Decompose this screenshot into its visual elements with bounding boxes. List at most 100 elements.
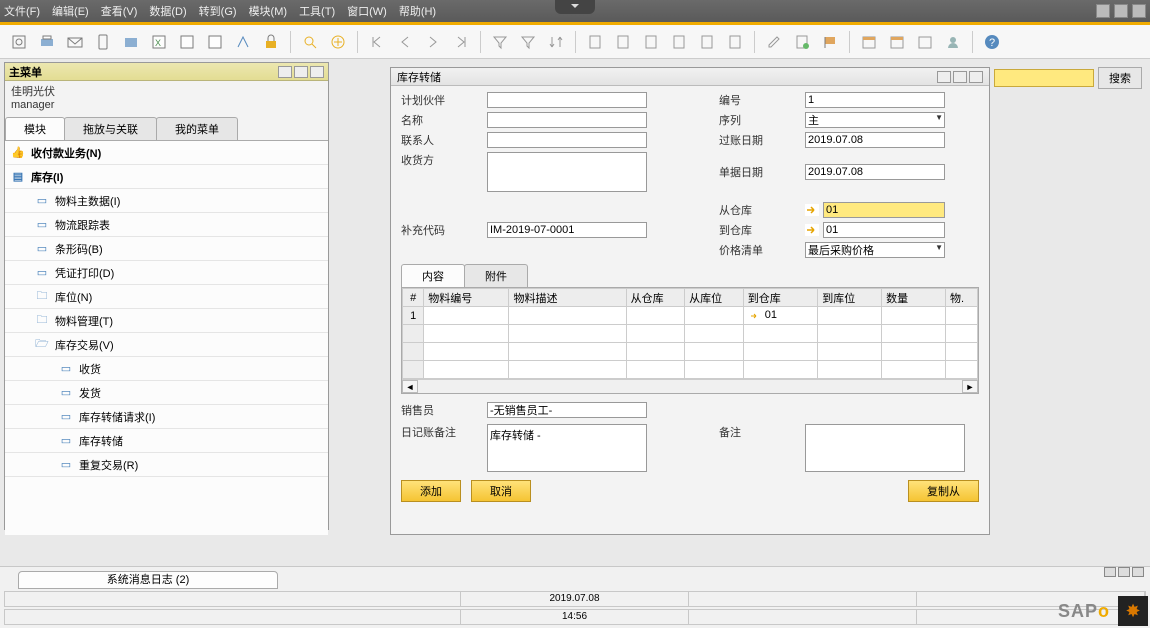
menu-edit[interactable]: 编辑(E)	[52, 3, 89, 19]
first-icon[interactable]	[366, 31, 388, 53]
postdate-field[interactable]	[805, 132, 945, 148]
panel-maximize-icon[interactable]	[294, 66, 308, 78]
word-icon[interactable]	[176, 31, 198, 53]
tree-transfer-request[interactable]: ▭库存转储请求(I)	[5, 405, 328, 429]
table-row[interactable]	[403, 343, 978, 361]
window-maximize-icon[interactable]	[1114, 4, 1128, 18]
filter2-icon[interactable]	[517, 31, 539, 53]
tree-goods-receipt[interactable]: ▭收货	[5, 357, 328, 381]
receiver-field[interactable]	[487, 152, 647, 192]
tree-inventory-transfer[interactable]: ▭库存转储	[5, 429, 328, 453]
print-icon[interactable]	[36, 31, 58, 53]
add-icon[interactable]	[327, 31, 349, 53]
menu-view[interactable]: 查看(V)	[101, 3, 138, 19]
table-row[interactable]: 1 01	[403, 307, 978, 325]
tab-dragdrop[interactable]: 拖放与关联	[64, 117, 157, 140]
tree-bin[interactable]: 🗀库位(N)	[5, 285, 328, 309]
arrow-right-icon[interactable]	[805, 204, 819, 216]
pdf-icon[interactable]	[204, 31, 226, 53]
menu-window[interactable]: 窗口(W)	[347, 3, 387, 19]
form-close-icon[interactable]	[969, 71, 983, 83]
prev-icon[interactable]	[394, 31, 416, 53]
arrow-right-icon[interactable]	[805, 224, 819, 236]
towh-field[interactable]	[823, 222, 945, 238]
no-field[interactable]	[805, 92, 945, 108]
tree-item-mgmt[interactable]: 🗀物料管理(T)	[5, 309, 328, 333]
fillcode-field[interactable]	[487, 222, 647, 238]
name-field[interactable]	[487, 112, 647, 128]
contact-field[interactable]	[487, 132, 647, 148]
menu-tools[interactable]: 工具(T)	[299, 3, 335, 19]
status-min-icon[interactable]	[1104, 567, 1116, 577]
copyfrom-button[interactable]: 复制从	[908, 480, 979, 502]
sms-icon[interactable]	[92, 31, 114, 53]
table-row[interactable]	[403, 361, 978, 379]
doc2-icon[interactable]	[612, 31, 634, 53]
window-close-icon[interactable]	[1132, 4, 1146, 18]
col-towh[interactable]: 到仓库	[743, 289, 818, 307]
cal2-icon[interactable]	[886, 31, 908, 53]
cancel-button[interactable]: 取消	[471, 480, 531, 502]
tab-modules[interactable]: 模块	[5, 117, 65, 140]
form-minimize-icon[interactable]	[937, 71, 951, 83]
tree-inventory[interactable]: ▤ 库存(I)	[5, 165, 328, 189]
journal-field[interactable]	[487, 424, 647, 472]
preview-icon[interactable]	[8, 31, 30, 53]
scroll-left-icon[interactable]: ◄	[402, 380, 418, 393]
tree-recurring-trans[interactable]: ▭重复交易(R)	[5, 453, 328, 477]
find-icon[interactable]	[299, 31, 321, 53]
doc3-icon[interactable]	[640, 31, 662, 53]
add-button[interactable]: 添加	[401, 480, 461, 502]
col-more[interactable]: 物.	[945, 289, 977, 307]
col-tobin[interactable]: 到库位	[818, 289, 882, 307]
tree-goods-issue[interactable]: ▭发货	[5, 381, 328, 405]
dropdown-grip-icon[interactable]	[555, 0, 595, 14]
col-qty[interactable]: 数量	[882, 289, 946, 307]
table-row[interactable]	[403, 325, 978, 343]
filter-icon[interactable]	[489, 31, 511, 53]
status-close-icon[interactable]	[1132, 567, 1144, 577]
remark-field[interactable]	[805, 424, 965, 472]
doc5-icon[interactable]	[696, 31, 718, 53]
menu-module[interactable]: 模块(M)	[249, 3, 288, 19]
tab-content[interactable]: 内容	[401, 264, 465, 287]
cal3-icon[interactable]	[914, 31, 936, 53]
help-icon[interactable]: ?	[981, 31, 1003, 53]
sales-field[interactable]	[487, 402, 647, 418]
col-rownum[interactable]: #	[403, 289, 424, 307]
fax-icon[interactable]	[120, 31, 142, 53]
launch-icon[interactable]	[232, 31, 254, 53]
scroll-right-icon[interactable]: ►	[962, 380, 978, 393]
sort-icon[interactable]	[545, 31, 567, 53]
tab-mymenu[interactable]: 我的菜单	[156, 117, 238, 140]
next-icon[interactable]	[422, 31, 444, 53]
tree-voucher-print[interactable]: ▭凭证打印(D)	[5, 261, 328, 285]
excel-icon[interactable]: X	[148, 31, 170, 53]
panel-minimize-icon[interactable]	[278, 66, 292, 78]
new-doc-icon[interactable]	[791, 31, 813, 53]
tree-item-master[interactable]: ▭物料主数据(I)	[5, 189, 328, 213]
flag-icon[interactable]	[819, 31, 841, 53]
form-maximize-icon[interactable]	[953, 71, 967, 83]
col-itemdesc[interactable]: 物料描述	[509, 289, 626, 307]
tab-attachment[interactable]: 附件	[464, 264, 528, 287]
search-button[interactable]: 搜索	[1098, 67, 1142, 89]
menu-file[interactable]: 文件(F)	[4, 3, 40, 19]
table-scrollbar[interactable]: ◄ ►	[402, 379, 978, 393]
tree-logistics-track[interactable]: ▭物流跟踪表	[5, 213, 328, 237]
person-icon[interactable]	[942, 31, 964, 53]
menu-data[interactable]: 数据(D)	[149, 3, 186, 19]
col-fromwh[interactable]: 从仓库	[626, 289, 685, 307]
tree-payments[interactable]: 👍 收付款业务(N)	[5, 141, 328, 165]
doc1-icon[interactable]	[584, 31, 606, 53]
menu-goto[interactable]: 转到(G)	[199, 3, 237, 19]
fromwh-field[interactable]	[823, 202, 945, 218]
series-field[interactable]	[805, 112, 945, 128]
panel-close-icon[interactable]	[310, 66, 324, 78]
status-max-icon[interactable]	[1118, 567, 1130, 577]
syslog-button[interactable]: 系统消息日志 (2)	[18, 571, 278, 589]
tree-inv-trans[interactable]: 🗁库存交易(V)	[5, 333, 328, 357]
edit-icon[interactable]	[763, 31, 785, 53]
doc4-icon[interactable]	[668, 31, 690, 53]
mail-icon[interactable]	[64, 31, 86, 53]
